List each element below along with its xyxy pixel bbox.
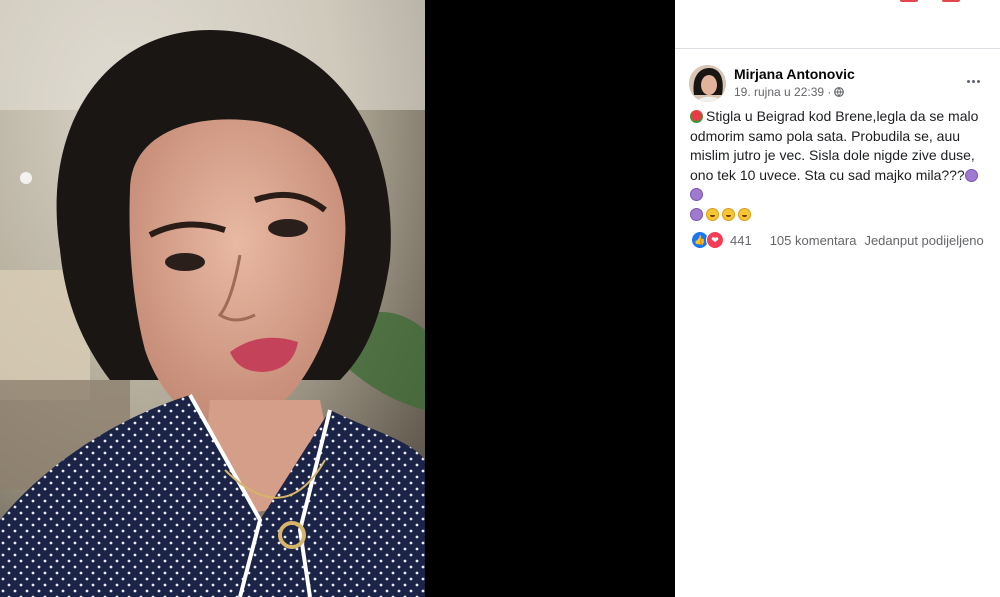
globe-icon (834, 87, 845, 97)
laughing-emoji-icon (738, 207, 751, 221)
reaction-count[interactable]: 441 (730, 233, 752, 248)
post-header: Mirjana Antonovic 19. rujna u 22:39 · (689, 65, 989, 103)
purple-emoji-icon (690, 188, 703, 201)
top-bar (675, 0, 1000, 49)
post-timestamp[interactable]: 19. rujna u 22:39 · (734, 85, 831, 99)
post-text: Stigla u Beigrad kod Brene,legla da se m… (690, 107, 990, 224)
photo-viewer (0, 0, 675, 597)
purple-emoji-icon (964, 168, 978, 182)
notification-badge-icon[interactable] (900, 0, 918, 2)
reaction-icons[interactable]: 👍 ❤ (691, 231, 724, 249)
post-line-5 (690, 205, 990, 225)
shares-count[interactable]: Jedanput podijeljeno (864, 233, 983, 248)
avatar[interactable] (689, 65, 726, 102)
laughing-emoji-icon (706, 207, 719, 221)
more-options-icon[interactable] (961, 71, 985, 91)
post-line-1: Stigla u Beigrad kod Brene,legla da se m… (690, 107, 990, 127)
post-meta: 19. rujna u 22:39 · (734, 85, 845, 99)
post-line-2: odmorim samo pola sata. Probudila se, au… (690, 127, 961, 144)
post-line-3: mislim jutro je vec. Sisla dole nigde zi… (690, 147, 975, 163)
laughing-emoji-icon (722, 207, 735, 221)
post-photo[interactable] (0, 0, 425, 597)
top-actions (900, 0, 960, 2)
author-name[interactable]: Mirjana Antonovic (734, 66, 855, 82)
comments-count[interactable]: 105 komentara (770, 233, 857, 248)
post-line-4: ono tek 10 uvece. Sta cu sad majko mila?… (690, 166, 990, 205)
purple-emoji-icon (690, 207, 703, 221)
rose-emoji-icon (690, 110, 703, 123)
reactions-bar: 👍 ❤ 441 105 komentara Jedanput podijelje… (691, 230, 996, 250)
love-reaction-icon: ❤ (706, 231, 724, 249)
post-line-4-text: ono tek 10 uvece. Sta cu sad majko mila?… (690, 166, 965, 183)
post-sidebar: Mirjana Antonovic 19. rujna u 22:39 · St… (675, 0, 1000, 597)
message-badge-icon[interactable] (942, 0, 960, 2)
post-line-1-text: Stigla u Beigrad kod Brene,legla da se m… (706, 108, 979, 124)
